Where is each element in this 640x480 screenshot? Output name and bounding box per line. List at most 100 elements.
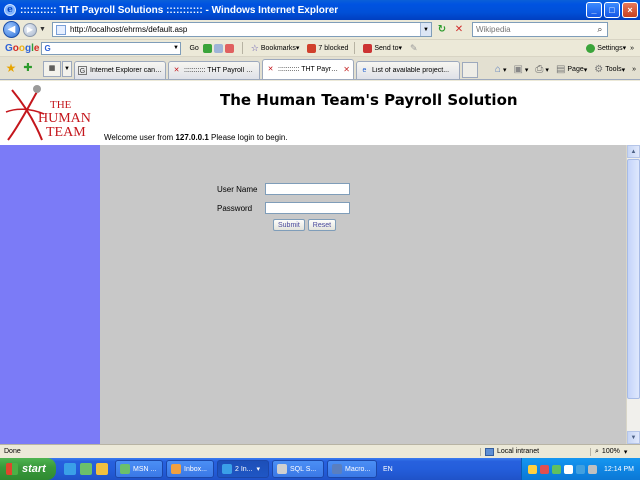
new-tab-button[interactable] [462,62,478,78]
username-label: User Name [217,184,258,194]
page-icon: ▤ [555,64,566,75]
login-form: User Name Password Submit Reset [217,181,350,231]
google-settings-button[interactable]: Settings ▾ » [586,43,634,53]
send-to-label: Send to [374,44,399,52]
tab-tht-payroll-1[interactable]: ✕ ::::::::::: THT Payroll So... [168,61,260,79]
popup-blocked-icon [307,43,317,53]
print-button[interactable]: ⎙ ▾ [535,64,549,75]
home-button[interactable]: ⌂ ▾ [495,64,507,75]
back-arrow-icon: ◀ [7,24,16,35]
start-button[interactable]: start [0,458,56,480]
status-bar: Done Local intranet ⌕ 100% ▾ [0,444,640,458]
taskbar-button-msn[interactable]: MSN ... [115,460,163,478]
taskbar-button-sql[interactable]: SQL S... [272,460,324,478]
quick-launch-folder-icon[interactable] [96,463,108,475]
tools-menu-label: Tools [605,66,622,73]
tab-list-dropdown[interactable]: ▼ [62,61,72,77]
close-button[interactable]: × [622,2,638,18]
tray-icon[interactable] [576,464,586,474]
search-input[interactable] [475,25,593,34]
toolbar-separator [354,42,356,54]
tray-icon[interactable] [552,464,562,474]
scroll-up-icon[interactable]: ▲ [627,145,640,158]
google-go-button[interactable]: Go [189,43,235,53]
welcome-suffix: Please login to begin. [211,133,288,142]
windows-taskbar: start MSN ... Inbox... 2 In... ▾ SQL S..… [0,458,640,480]
tray-icon[interactable] [564,464,574,474]
username-input[interactable] [265,183,350,195]
reset-button[interactable]: Reset [307,219,337,231]
quick-tabs-button[interactable]: ▦ [43,61,61,77]
forward-button[interactable]: ▶ [23,22,37,37]
taskbar-clock[interactable]: 12:14 PM [604,466,634,473]
feeds-button[interactable]: ▣ ▾ [513,64,528,75]
gmail-icon[interactable] [224,43,234,53]
google-search-input[interactable]: G ▼ [41,41,182,55]
tab-close-icon[interactable]: ✕ [343,65,350,74]
popup-blocker-button[interactable]: 7 blocked [307,43,348,53]
password-input[interactable] [265,202,350,214]
gear-icon: ⚙ [594,64,604,75]
volume-icon[interactable] [588,464,598,474]
go-label: Go [189,44,199,52]
window-title-bar: e ::::::::::: THT Payroll Solutions ::::… [0,0,640,20]
news-icon[interactable] [202,43,212,53]
favorites-star-icon[interactable]: ★ [4,61,18,75]
maximize-button[interactable]: □ [604,2,620,18]
page-menu-button[interactable]: ▤ Page ▾ [556,64,587,75]
zoom-icon: ⌕ [595,447,599,455]
google-tab-icon: G [78,66,87,75]
pencil-icon: ✎ [410,42,418,53]
address-toolbar: ◀ ▶ ▼ http://localhost/ehrms/default.asp… [0,20,640,40]
welcome-message: Welcome user from 127.0.0.1 Please login… [104,133,288,142]
google-logo: Google [5,42,40,54]
macromedia-icon [332,464,342,474]
submit-button[interactable]: Submit [273,219,305,231]
refresh-button[interactable]: ↻ [435,23,449,37]
zoom-control[interactable]: ⌕ 100% ▾ [590,447,640,456]
ie-icon [222,464,232,474]
taskbar-button-ie[interactable]: 2 In... ▾ [217,460,269,478]
taskbar-button-macromedia[interactable]: Macro... [327,460,377,478]
tab-bar: ★ ✚ ▦ ▼ G Internet Explorer cann... ✕ ::… [0,57,640,80]
page-title: The Human Team's Payroll Solution [220,91,518,109]
address-dropdown-icon[interactable]: ▼ [419,23,431,36]
stop-button[interactable]: ✕ [452,23,466,37]
bookmarks-label: Bookmarks [260,44,296,52]
google-search-dropdown-icon[interactable]: ▼ [171,45,180,51]
vertical-scrollbar[interactable]: ▲ ▼ [626,145,640,444]
scroll-down-icon[interactable]: ▼ [627,431,640,444]
history-dropdown-icon[interactable]: ▼ [39,26,46,33]
language-indicator[interactable]: EN [383,466,393,473]
command-bar-overflow[interactable]: » [632,66,636,73]
add-favorite-icon[interactable]: ✚ [21,61,35,75]
send-to-button[interactable]: Send to ▾ [363,43,402,53]
tray-icon[interactable] [528,464,538,474]
tools-menu-button[interactable]: ⚙ Tools ▾ [594,64,625,75]
quick-launch-messenger-icon[interactable] [80,463,92,475]
tab-tht-payroll-active[interactable]: ✕ ::::::::::: THT Payro... ✕ [262,59,354,79]
search-box[interactable]: ⌕ [471,22,608,37]
tht-tab-icon: ✕ [267,66,274,73]
feeds-icon: ▣ [513,64,523,75]
highlight-button[interactable]: ✎ [410,43,418,54]
translate-icon[interactable] [213,43,223,53]
quick-launch-ie-icon[interactable] [64,463,76,475]
bookmarks-button[interactable]: ☆ Bookmarks ▾ [251,43,300,54]
tab-internet-explorer[interactable]: G Internet Explorer cann... [74,61,166,79]
minimize-button[interactable]: _ [586,2,602,18]
security-zone[interactable]: Local intranet [480,447,590,456]
back-button[interactable]: ◀ [3,21,20,38]
system-tray: 12:14 PM [521,458,640,480]
page-menu-label: Page [567,66,584,73]
scroll-thumb[interactable] [627,159,640,399]
status-text: Done [4,448,21,455]
taskbar-button-inbox[interactable]: Inbox... [166,460,214,478]
outlook-icon [171,464,181,474]
tray-icon[interactable] [540,464,550,474]
address-bar[interactable]: http://localhost/ehrms/default.asp ▼ [51,22,432,37]
tab-project-list[interactable]: e List of available project... [356,61,460,79]
url-text[interactable]: http://localhost/ehrms/default.asp [70,25,420,34]
page-icon [55,24,66,35]
search-icon[interactable]: ⌕ [593,24,607,35]
